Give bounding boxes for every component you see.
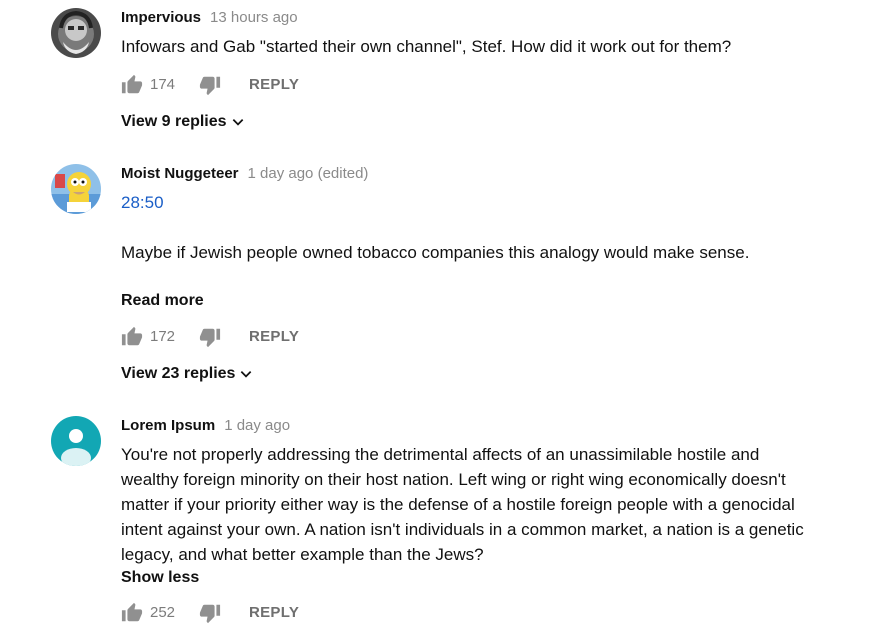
reply-button[interactable]: REPLY bbox=[249, 603, 299, 623]
like-count: 172 bbox=[150, 328, 176, 345]
show-less-button[interactable]: Show less bbox=[121, 567, 199, 589]
thumbs-up-icon[interactable] bbox=[121, 602, 143, 624]
comment-text: You're not properly addressing the detri… bbox=[121, 445, 804, 564]
comment-text: 28:50 Maybe if Jewish people owned tobac… bbox=[121, 190, 821, 265]
author-name[interactable]: Moist Nuggeteer bbox=[121, 165, 239, 182]
comment-body: Maybe if Jewish people owned tobacco com… bbox=[121, 243, 750, 262]
avatar-photo-icon bbox=[51, 8, 101, 58]
thumbs-down-icon[interactable] bbox=[199, 326, 221, 348]
avatar[interactable] bbox=[51, 416, 101, 466]
reply-button[interactable]: REPLY bbox=[249, 75, 299, 95]
read-more-button[interactable]: Read more bbox=[121, 290, 204, 312]
timestamp-link[interactable]: 28:50 bbox=[121, 190, 821, 215]
avatar-cartoon-icon bbox=[51, 164, 101, 214]
view-replies-button[interactable]: View 9 replies bbox=[121, 111, 245, 133]
avatar[interactable] bbox=[51, 8, 101, 58]
chevron-down-icon bbox=[232, 118, 243, 126]
author-name[interactable]: Impervious bbox=[121, 9, 201, 26]
thumbs-up-icon[interactable] bbox=[121, 74, 143, 96]
comment-header: Lorem Ipsum 1 day ago bbox=[121, 416, 290, 436]
comment-time[interactable]: 1 day ago bbox=[224, 417, 290, 434]
avatar[interactable] bbox=[51, 164, 101, 214]
author-name[interactable]: Lorem Ipsum bbox=[121, 417, 215, 434]
default-user-avatar-icon bbox=[51, 416, 101, 466]
comment-text: Infowars and Gab "started their own chan… bbox=[121, 37, 732, 56]
view-replies-label: View 23 replies bbox=[121, 365, 236, 382]
chevron-down-icon bbox=[241, 370, 252, 378]
comment-header: Moist Nuggeteer 1 day ago (edited) bbox=[121, 164, 368, 184]
like-count: 252 bbox=[150, 604, 176, 621]
like-count: 174 bbox=[150, 76, 176, 93]
comment-time[interactable]: 13 hours ago bbox=[210, 9, 298, 26]
thumbs-down-icon[interactable] bbox=[199, 602, 221, 624]
view-replies-button[interactable]: View 23 replies bbox=[121, 363, 253, 385]
view-replies-label: View 9 replies bbox=[121, 113, 227, 130]
comment-header: Impervious 13 hours ago bbox=[121, 8, 298, 28]
comment-time[interactable]: 1 day ago (edited) bbox=[248, 165, 369, 182]
reply-button[interactable]: REPLY bbox=[249, 327, 299, 347]
thumbs-up-icon[interactable] bbox=[121, 326, 143, 348]
thumbs-down-icon[interactable] bbox=[199, 74, 221, 96]
